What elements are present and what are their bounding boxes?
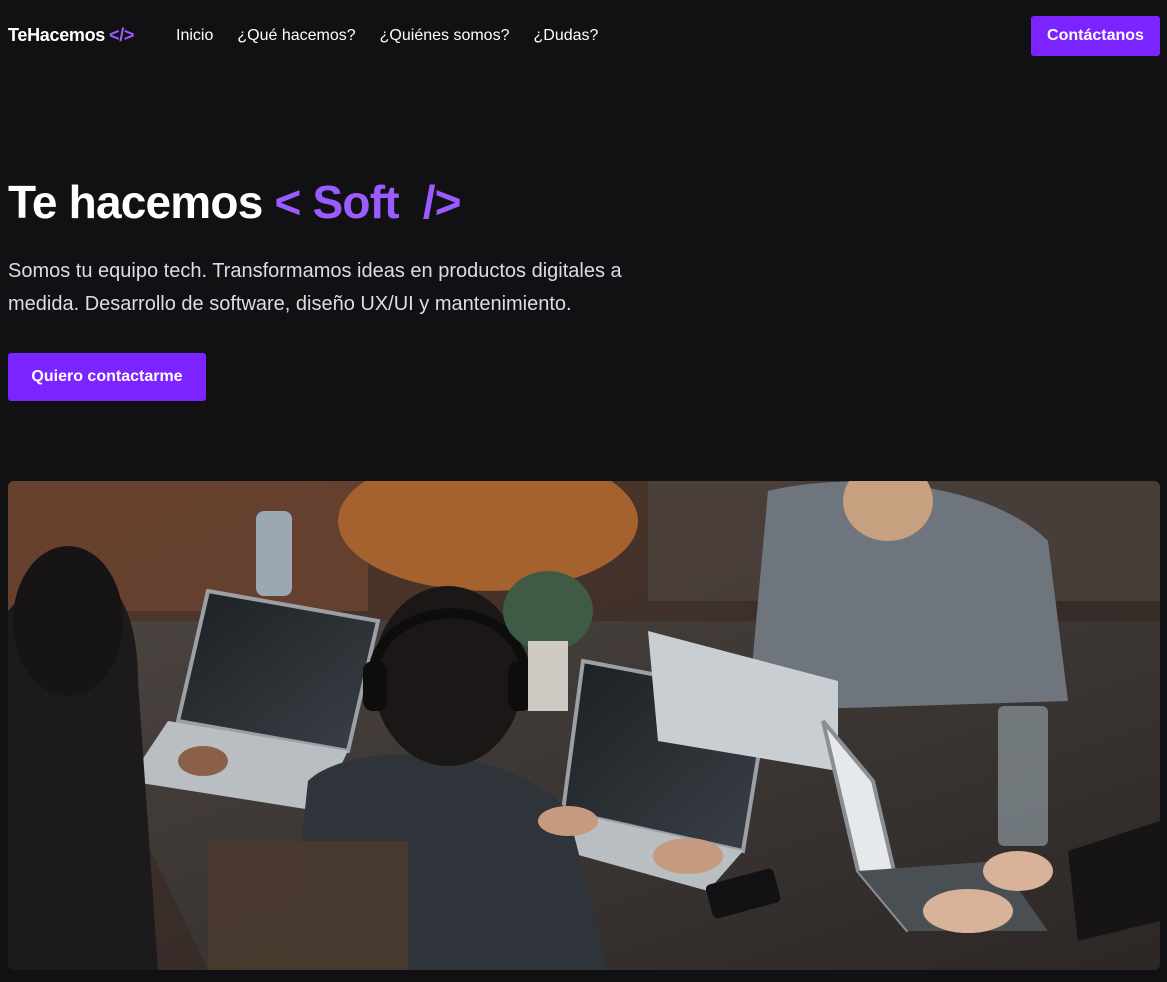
top-navigation: TeHacemos </> Inicio ¿Qué hacemos? ¿Quién…	[0, 0, 1167, 72]
team-photo-illustration	[8, 481, 1160, 970]
quiero-contactarme-button[interactable]: Quiero contactarme	[8, 353, 206, 401]
hero-title: Te hacemos < Soft />	[8, 175, 462, 229]
team-photo	[8, 481, 1160, 970]
contact-button[interactable]: Contáctanos	[1031, 16, 1160, 56]
nav-link-dudas[interactable]: ¿Dudas?	[533, 27, 598, 45]
logo-text: TeHacemos	[8, 25, 106, 45]
nav-link-inicio[interactable]: Inicio	[176, 27, 213, 45]
hero-title-main: Te hacemos	[8, 176, 263, 228]
nav-link-que-hacemos[interactable]: ¿Qué hacemos?	[237, 27, 355, 45]
nav-link-quienes-somos[interactable]: ¿Quiénes somos?	[380, 27, 510, 45]
landing-page: TeHacemos </> Inicio ¿Qué hacemos? ¿Quién…	[0, 0, 1167, 982]
logo-code-icon: </>	[109, 25, 135, 45]
hero-title-accent: < Soft />	[274, 176, 461, 228]
hero-description: Somos tu equipo tech. Transformamos idea…	[8, 260, 622, 315]
brand-logo[interactable]: TeHacemos </>	[8, 25, 134, 46]
nav-links: Inicio ¿Qué hacemos? ¿Quiénes somos? ¿Du…	[176, 27, 598, 45]
